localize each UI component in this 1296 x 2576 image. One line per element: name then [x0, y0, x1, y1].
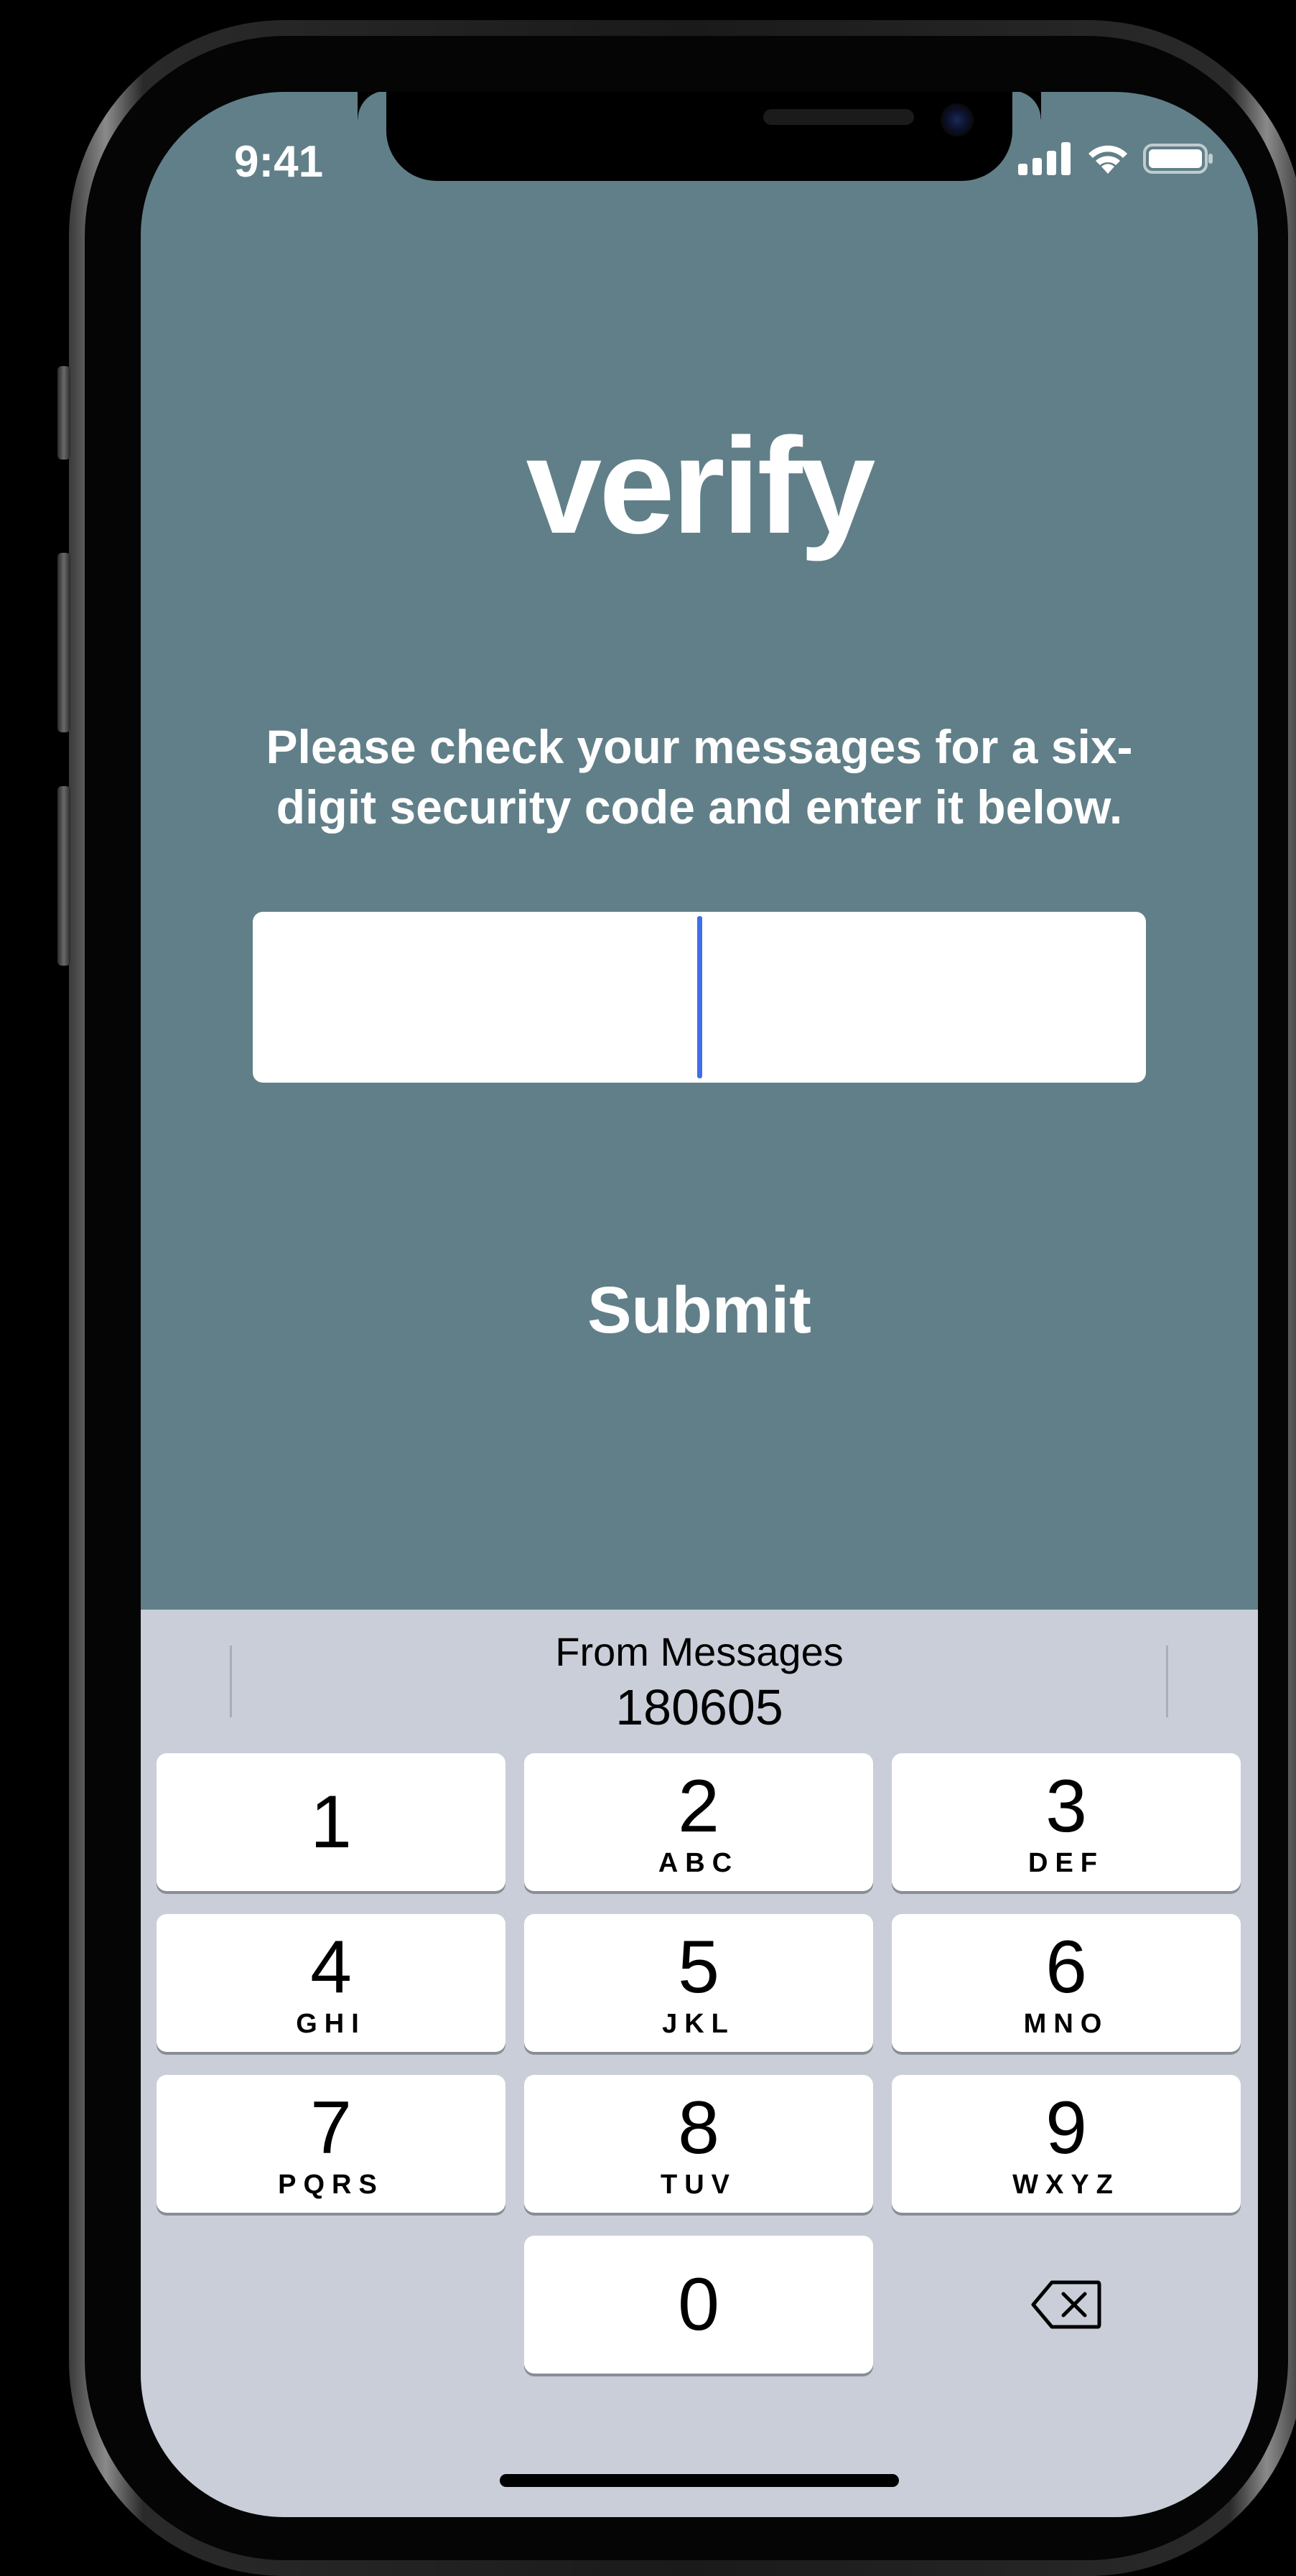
key-letters: ABC	[658, 1848, 740, 1878]
battery-icon	[1143, 144, 1213, 174]
home-indicator[interactable]	[500, 2474, 899, 2487]
suggestion-source: From Messages	[555, 1629, 844, 1674]
key-digit: 2	[678, 1765, 719, 1848]
notch	[386, 92, 1041, 181]
key-digit: 6	[1045, 1926, 1087, 2009]
suggestion-code: 180605	[615, 1679, 783, 1735]
instructions-text: Please check your messages for a six- di…	[227, 717, 1172, 837]
key-9[interactable]: 9 WXYZ	[892, 2075, 1241, 2213]
volume-up-button	[57, 553, 70, 732]
key-digit: 5	[678, 1926, 719, 2009]
mute-switch	[57, 366, 70, 459]
wifi-icon	[1088, 145, 1127, 174]
key-6[interactable]: 6 MNO	[892, 1914, 1241, 2052]
key-2[interactable]: 2 ABC	[524, 1753, 873, 1891]
status-icons	[1018, 142, 1215, 175]
key-7[interactable]: 7 PQRS	[157, 2075, 505, 2213]
key-8[interactable]: 8 TUV	[524, 2075, 873, 2213]
speaker-grille	[763, 109, 914, 125]
key-letters: PQRS	[278, 2170, 384, 2200]
numeric-keypad: From Messages 180605 1 2 ABC 3 DEF 4 GHI…	[141, 1610, 1258, 2517]
key-3[interactable]: 3 DEF	[892, 1753, 1241, 1891]
key-letters: MNO	[1023, 2009, 1109, 2039]
key-digit: 9	[1045, 2086, 1087, 2170]
front-camera-icon	[941, 103, 974, 136]
key-digit: 0	[678, 2263, 719, 2346]
signal-icon	[1018, 142, 1071, 175]
key-5[interactable]: 5 JKL	[524, 1914, 873, 2052]
key-0[interactable]: 0	[524, 2236, 873, 2374]
key-letters: WXYZ	[1012, 2170, 1120, 2200]
screen: 9:41 verify Please check your messages f…	[141, 92, 1258, 2517]
instructions-line-2: digit security code and enter it below.	[276, 780, 1123, 834]
volume-down-button	[57, 786, 70, 966]
key-1[interactable]: 1	[157, 1753, 505, 1891]
app-title: verify	[526, 410, 875, 562]
suggestion-divider-right	[1166, 1646, 1168, 1717]
key-digit: 1	[310, 1781, 352, 1864]
key-letters: DEF	[1028, 1848, 1104, 1878]
autofill-suggestion[interactable]: From Messages 180605	[141, 1627, 1258, 1737]
key-letters: TUV	[661, 2170, 737, 2200]
key-letters: JKL	[662, 2009, 735, 2039]
key-digit: 7	[310, 2086, 352, 2170]
key-digit: 8	[678, 2086, 719, 2170]
delete-key[interactable]	[892, 2236, 1241, 2374]
key-digit: 3	[1045, 1765, 1087, 1848]
key-4[interactable]: 4 GHI	[157, 1914, 505, 2052]
key-digit: 4	[310, 1926, 352, 2009]
delete-backward-icon	[1031, 2280, 1101, 2329]
text-caret	[697, 916, 702, 1078]
submit-button[interactable]: Submit	[141, 1273, 1258, 1348]
instructions-line-1: Please check your messages for a six-	[266, 720, 1133, 773]
key-letters: GHI	[296, 2009, 366, 2039]
status-time: 9:41	[234, 137, 324, 187]
